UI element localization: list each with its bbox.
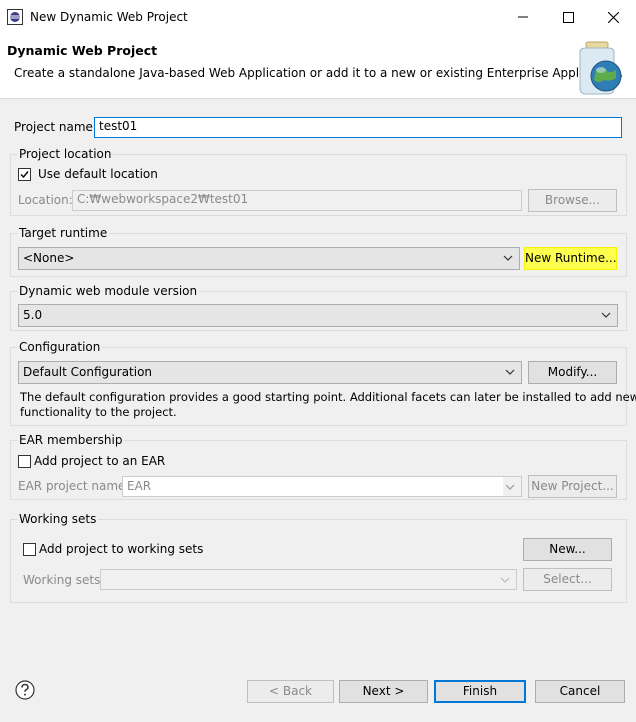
finish-button[interactable]: Finish — [434, 680, 526, 703]
close-icon — [607, 11, 619, 23]
checkmark-icon — [20, 171, 29, 179]
web-project-jar-globe-icon — [579, 41, 622, 95]
chevron-down-icon — [601, 312, 611, 318]
page-title: Dynamic Web Project — [7, 43, 158, 58]
target-runtime-title: Target runtime — [17, 226, 110, 240]
next-button[interactable]: Next > — [339, 680, 428, 703]
maximize-button[interactable] — [545, 2, 591, 32]
ear-project-name-select[interactable]: EAR — [122, 476, 522, 497]
chevron-down-icon — [505, 484, 515, 490]
maximize-icon — [562, 11, 574, 23]
web-module-version-value: 5.0 — [23, 308, 43, 322]
eclipse-icon — [7, 9, 23, 25]
add-to-working-sets-label: Add project to working sets — [39, 542, 204, 556]
ear-project-name-value: EAR — [127, 479, 152, 493]
web-module-version-select[interactable]: 5.0 — [18, 304, 618, 327]
chevron-down-icon — [505, 369, 515, 375]
web-module-version-title: Dynamic web module version — [17, 284, 200, 298]
add-to-ear-label: Add project to an EAR — [34, 454, 166, 468]
use-default-location-checkbox[interactable] — [18, 168, 31, 181]
wizard-header: Dynamic Web Project Create a standalone … — [0, 34, 636, 99]
back-button[interactable]: < Back — [247, 680, 334, 703]
add-to-working-sets-checkbox[interactable] — [23, 543, 36, 556]
chevron-down-icon — [503, 255, 513, 261]
location-input[interactable]: C:₩webworkspace2₩test01 — [72, 190, 522, 211]
add-to-ear-checkbox[interactable] — [18, 455, 31, 468]
configuration-title: Configuration — [17, 340, 103, 354]
modify-button[interactable]: Modify... — [528, 361, 617, 384]
close-button[interactable] — [590, 2, 636, 32]
help-icon[interactable] — [15, 680, 35, 700]
location-label: Location: — [18, 193, 73, 207]
new-runtime-button[interactable]: New Runtime... — [524, 247, 617, 270]
use-default-location-label: Use default location — [38, 167, 158, 181]
ear-project-name-label: EAR project name: — [18, 479, 130, 493]
target-runtime-value: <None> — [23, 251, 75, 265]
working-sets-select[interactable] — [100, 569, 517, 590]
target-runtime-select[interactable]: <None> — [18, 247, 520, 270]
project-name-label: Project name: — [14, 120, 97, 134]
configuration-value: Default Configuration — [23, 365, 153, 379]
title-bar: New Dynamic Web Project — [0, 0, 636, 34]
page-description: Create a standalone Java-based Web Appli… — [14, 66, 624, 80]
minimize-button[interactable] — [500, 2, 546, 32]
minimize-icon — [518, 16, 528, 18]
chevron-down-icon — [500, 577, 510, 583]
working-sets-label: Working sets: — [23, 573, 105, 587]
project-name-input[interactable]: test01 — [94, 117, 622, 138]
select-working-sets-button[interactable]: Select... — [523, 568, 612, 591]
new-ear-project-button[interactable]: New Project... — [528, 475, 617, 498]
project-location-title: Project location — [17, 147, 114, 161]
configuration-description-line2: functionality to the project. — [20, 405, 177, 419]
ear-membership-title: EAR membership — [17, 433, 125, 447]
new-working-set-button[interactable]: New... — [523, 538, 612, 561]
working-sets-title: Working sets — [17, 512, 99, 526]
new-dynamic-web-project-dialog: New Dynamic Web Project Dynamic Web Proj… — [0, 0, 636, 722]
window-title: New Dynamic Web Project — [30, 10, 188, 24]
configuration-description-line1: The default configuration provides a goo… — [20, 390, 636, 404]
browse-button[interactable]: Browse... — [528, 189, 617, 212]
configuration-select[interactable]: Default Configuration — [18, 361, 522, 384]
cancel-button[interactable]: Cancel — [535, 680, 625, 703]
